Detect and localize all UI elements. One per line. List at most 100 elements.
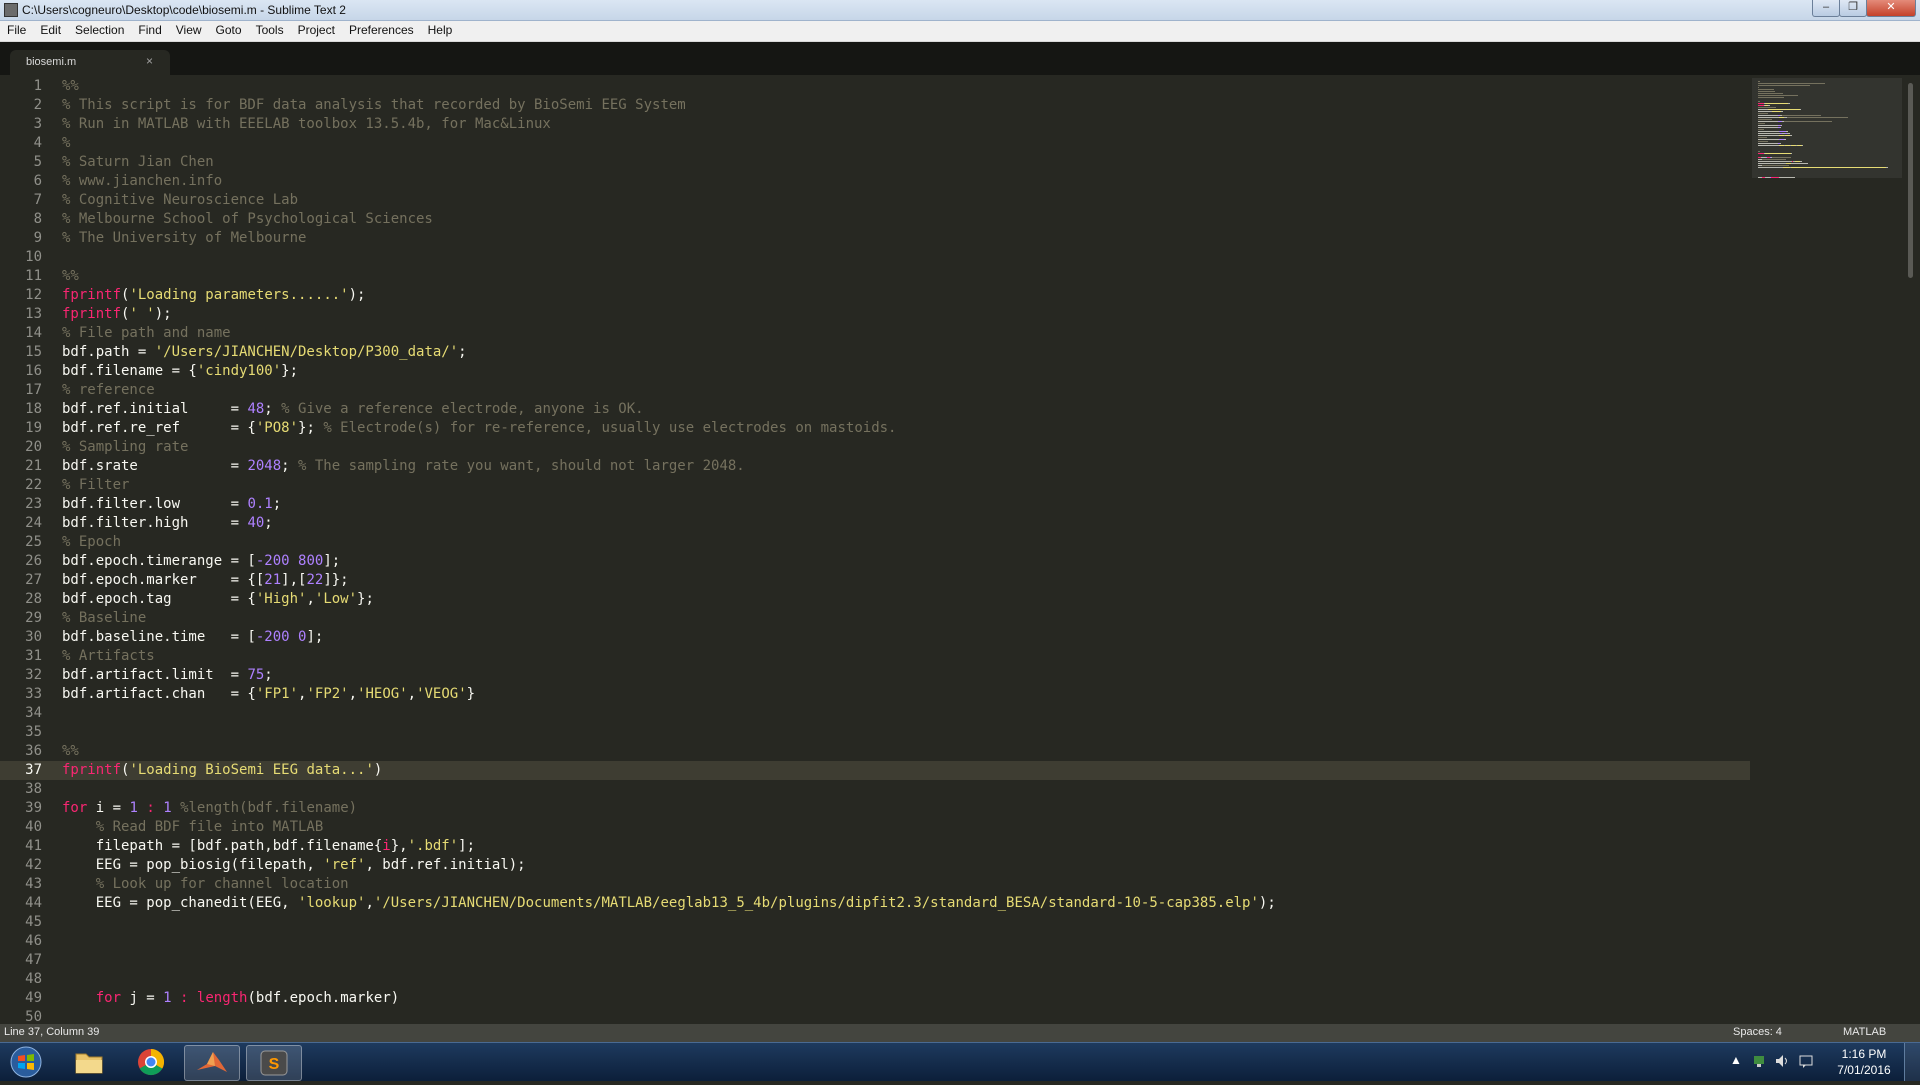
code-line[interactable]: bdf.ref.re_ref = {'PO8'}; % Electrode(s)… <box>62 419 896 438</box>
matlab-icon[interactable] <box>184 1045 240 1081</box>
code-line[interactable]: fprintf('Loading BioSemi EEG data...') <box>62 761 382 780</box>
line-number: 5 <box>33 154 42 170</box>
code-token: ],[ <box>281 572 307 588</box>
network-icon[interactable] <box>1752 1053 1768 1072</box>
editor-area[interactable]: 1 2 3 4 5 6 7 8 9 10 11 12 13 14 15 16 17 18 19 20 21 22 23 24 2… <box>0 75 1920 1024</box>
code-line[interactable]: for j = 1 : length(bdf.epoch.marker) <box>62 989 399 1008</box>
menu-preferences[interactable]: Preferences <box>342 21 420 37</box>
code-line[interactable]: bdf.epoch.tag = {'High','Low'}; <box>62 590 374 609</box>
code-line[interactable]: %% <box>62 267 79 286</box>
tab-biosemi[interactable]: biosemi.m × <box>10 50 170 75</box>
code-line[interactable]: filepath = [bdf.path,bdf.filename{i},'.b… <box>62 837 475 856</box>
code-line[interactable]: EEG = pop_chanedit(EEG, 'lookup','/Users… <box>62 894 1276 913</box>
code-token: bdf.artifact.limit = <box>62 667 248 683</box>
code-line[interactable]: for i = 1 : 1 %length(bdf.filename) <box>62 799 357 818</box>
minimap-stroke <box>1758 129 1764 130</box>
code-token: ); <box>1258 895 1276 911</box>
code-token: , <box>365 895 374 911</box>
minimap-stroke <box>1758 141 1768 142</box>
show-desktop-button[interactable] <box>1904 1043 1920 1081</box>
code-line[interactable]: fprintf('Loading parameters......'); <box>62 286 365 305</box>
windows-start-icon[interactable] <box>6 1045 46 1079</box>
line-number: 12 <box>25 287 42 303</box>
code-line[interactable]: bdf.filter.high = 40; <box>62 514 273 533</box>
code-token: bdf.filter.low = <box>62 496 248 512</box>
code-line[interactable]: % Read BDF file into MATLAB <box>62 818 324 837</box>
code-token: }; <box>281 363 299 379</box>
code-token: 2048 <box>247 458 282 474</box>
line-number: 28 <box>25 591 42 607</box>
code-line[interactable]: bdf.filter.low = 0.1; <box>62 495 281 514</box>
code-line[interactable]: bdf.path = '/Users/JIANCHEN/Desktop/P300… <box>62 343 467 362</box>
minimap-stroke <box>1758 95 1798 96</box>
tray-show-hidden-icon[interactable]: ▲ <box>1730 1053 1742 1067</box>
code-line[interactable]: % Cognitive Neuroscience Lab <box>62 191 298 210</box>
code-line[interactable]: % Run in MATLAB with EEELAB toolbox 13.5… <box>62 115 551 134</box>
chrome-icon[interactable] <box>124 1045 178 1079</box>
code-line[interactable]: % The University of Melbourne <box>62 229 306 248</box>
tab-close-icon[interactable]: × <box>146 54 153 68</box>
code-line[interactable]: %% <box>62 77 79 96</box>
code-line[interactable]: % File path and name <box>62 324 231 343</box>
code-token: bdf.filename = { <box>62 363 197 379</box>
code-line[interactable]: %% <box>62 742 79 761</box>
minimap[interactable] <box>1752 75 1902 1024</box>
minimap-stroke <box>1772 157 1791 158</box>
menu-edit[interactable]: Edit <box>33 21 67 37</box>
action-center-icon[interactable] <box>1798 1053 1814 1072</box>
code-line[interactable]: % Sampling rate <box>62 438 188 457</box>
code-token: 'High' <box>255 591 307 607</box>
sublime-text-icon[interactable]: S <box>246 1045 302 1081</box>
code-token: 0.1 <box>247 496 273 512</box>
code-line[interactable]: % <box>62 134 70 153</box>
code-line[interactable]: fprintf(' '); <box>62 305 172 324</box>
minimap-stroke <box>1758 109 1768 110</box>
code-line[interactable]: EEG = pop_biosig(filepath, 'ref', bdf.re… <box>62 856 526 875</box>
code-line[interactable]: % Filter <box>62 476 129 495</box>
code-line[interactable]: bdf.artifact.chan = {'FP1','FP2','HEOG',… <box>62 685 475 704</box>
menu-goto[interactable]: Goto <box>209 21 248 37</box>
code-line[interactable]: bdf.baseline.time = [-200 0]; <box>62 628 323 647</box>
line-number: 50 <box>25 1009 42 1024</box>
code-line[interactable]: % Saturn Jian Chen <box>62 153 214 172</box>
line-number: 47 <box>25 952 42 968</box>
menu-tools[interactable]: Tools <box>249 21 290 37</box>
maximize-button[interactable]: ❐ <box>1839 0 1867 17</box>
menu-selection[interactable]: Selection <box>68 21 130 37</box>
code-token: 22 <box>306 572 324 588</box>
code-line[interactable]: % Baseline <box>62 609 146 628</box>
minimize-button[interactable]: ‒ <box>1812 0 1840 17</box>
menu-help[interactable]: Help <box>421 21 459 37</box>
syntax-mode[interactable]: MATLAB <box>1843 1026 1886 1038</box>
menu-file[interactable]: File <box>0 21 32 37</box>
close-button[interactable]: ✕ <box>1866 0 1916 17</box>
code-token: bdf.filter.high = <box>62 515 248 531</box>
minimap-stroke <box>1802 145 1803 146</box>
file-explorer-icon[interactable] <box>62 1045 116 1079</box>
system-clock[interactable]: 1:16 PM 7/01/2016 <box>1828 1046 1900 1078</box>
code-line[interactable]: % www.jianchen.info <box>62 172 222 191</box>
code-line[interactable]: bdf.srate = 2048; % The sampling rate yo… <box>62 457 745 476</box>
code-line[interactable]: bdf.artifact.limit = 75; <box>62 666 273 685</box>
volume-icon[interactable] <box>1774 1053 1790 1072</box>
code-line[interactable]: bdf.ref.initial = 48; % Give a reference… <box>62 400 644 419</box>
indentation-setting[interactable]: Spaces: 4 <box>1733 1026 1782 1038</box>
menu-find[interactable]: Find <box>131 21 167 37</box>
code-line[interactable]: % Artifacts <box>62 647 155 666</box>
code-line[interactable]: % reference <box>62 381 155 400</box>
menu-project[interactable]: Project <box>291 21 341 37</box>
code-line[interactable]: % Melbourne School of Psychological Scie… <box>62 210 433 229</box>
code-line[interactable]: % This script is for BDF data analysis t… <box>62 96 686 115</box>
minimap-stroke <box>1791 153 1792 154</box>
vertical-scrollbar[interactable] <box>1908 83 1913 278</box>
minimap-stroke <box>1758 161 1792 162</box>
line-number: 6 <box>33 173 42 189</box>
code-line[interactable]: bdf.epoch.marker = {[21],[22]}; <box>62 571 349 590</box>
code-line[interactable]: bdf.epoch.timerange = [-200 800]; <box>62 552 340 571</box>
code-line[interactable]: bdf.filename = {'cindy100'}; <box>62 362 298 381</box>
code-line[interactable]: % Look up for channel location <box>62 875 349 894</box>
menu-view[interactable]: View <box>169 21 208 37</box>
code-token: '/Users/JIANCHEN/Documents/MATLAB/eeglab… <box>373 895 1259 911</box>
code-token: % Baseline <box>62 610 147 626</box>
code-line[interactable]: % Epoch <box>62 533 121 552</box>
